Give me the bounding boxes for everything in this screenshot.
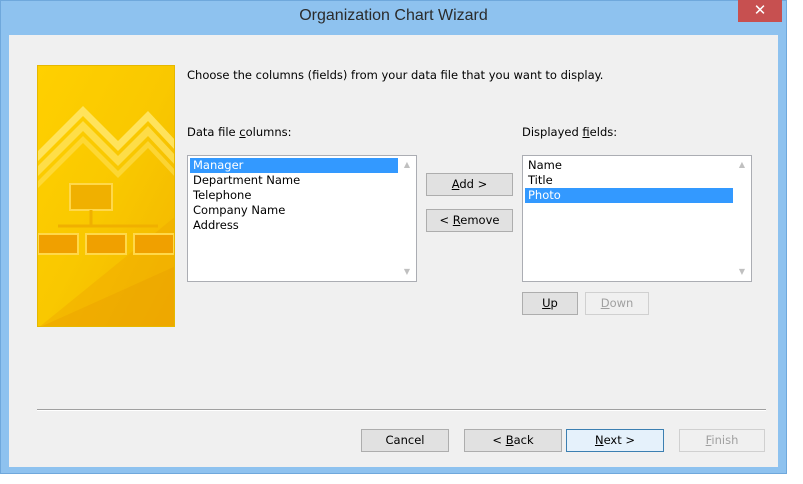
data-file-columns-scrollbar[interactable]: ▲ ▼	[399, 157, 415, 280]
list-item[interactable]: Telephone	[190, 188, 398, 203]
back-button[interactable]: < Back	[464, 429, 562, 452]
chevron-down-icon[interactable]: ▼	[734, 264, 750, 280]
cancel-button[interactable]: Cancel	[361, 429, 449, 452]
close-button[interactable]: ✕	[738, 0, 782, 22]
add-button[interactable]: Add >	[426, 173, 513, 196]
list-item[interactable]: Department Name	[190, 173, 398, 188]
chevron-up-icon[interactable]: ▲	[734, 157, 750, 173]
instruction-text: Choose the columns (fields) from your da…	[187, 68, 604, 82]
chevron-down-icon[interactable]: ▼	[399, 264, 415, 280]
org-chart-banner-image	[37, 65, 175, 327]
list-item[interactable]: Name	[525, 158, 733, 173]
down-button[interactable]: Down	[585, 292, 649, 315]
chevron-up-icon[interactable]: ▲	[399, 157, 415, 173]
remove-button[interactable]: < Remove	[426, 209, 513, 232]
window-title: Organization Chart Wizard	[299, 7, 488, 24]
displayed-fields-scrollbar[interactable]: ▲ ▼	[734, 157, 750, 280]
title-bar[interactable]: Organization Chart Wizard ✕	[1, 0, 786, 35]
list-item[interactable]: Manager	[190, 158, 398, 173]
footer-separator	[37, 409, 766, 411]
list-item[interactable]: Title	[525, 173, 733, 188]
wizard-window: Organization Chart Wizard ✕ Choose the c…	[0, 0, 787, 474]
list-item[interactable]: Photo	[525, 188, 733, 203]
displayed-fields-label: Displayed fields:	[522, 125, 618, 139]
finish-button[interactable]: Finish	[679, 429, 765, 452]
data-file-columns-label: Data file columns:	[187, 125, 292, 139]
list-item[interactable]: Address	[190, 218, 398, 233]
close-icon: ✕	[753, 1, 767, 19]
next-button[interactable]: Next >	[566, 429, 664, 452]
data-file-columns-list[interactable]: Manager Department Name Telephone Company N…	[187, 155, 417, 282]
org-chart-banner-icon	[38, 66, 174, 326]
displayed-fields-list[interactable]: Name Title Photo ▲ ▼	[522, 155, 752, 282]
up-button[interactable]: Up	[522, 292, 578, 315]
dialog-client-area: Choose the columns (fields) from your da…	[9, 35, 778, 467]
list-item[interactable]: Company Name	[190, 203, 398, 218]
